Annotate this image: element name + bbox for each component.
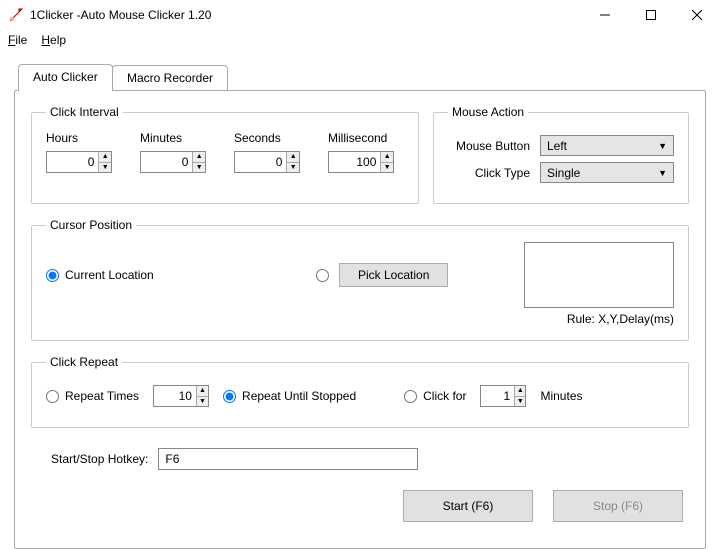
- ms-input[interactable]: [329, 152, 380, 172]
- ms-down-icon[interactable]: ▼: [381, 163, 393, 173]
- stop-button[interactable]: Stop (F6): [553, 490, 683, 522]
- seconds-label: Seconds: [234, 131, 281, 145]
- location-list[interactable]: [524, 242, 674, 308]
- click-type-label: Click Type: [448, 166, 540, 180]
- mouse-button-value: Left: [547, 139, 567, 153]
- titlebar: 1Clicker -Auto Mouse Clicker 1.20: [0, 0, 720, 30]
- seconds-down-icon[interactable]: ▼: [287, 163, 299, 173]
- minutes-stepper[interactable]: ▲▼: [140, 151, 206, 173]
- click-type-select[interactable]: Single ▼: [540, 162, 674, 183]
- click-for-label: Click for: [423, 389, 466, 403]
- rule-hint: Rule: X,Y,Delay(ms): [46, 312, 674, 326]
- menubar: File Help: [0, 30, 720, 50]
- ms-up-icon[interactable]: ▲: [381, 152, 393, 163]
- clickfor-down-icon[interactable]: ▼: [515, 397, 525, 407]
- menu-help[interactable]: Help: [41, 33, 66, 47]
- clickfor-up-icon[interactable]: ▲: [515, 386, 525, 397]
- click-for-radio[interactable]: [404, 390, 417, 403]
- ms-label: Millisecond: [328, 131, 387, 145]
- repeat-times-label: Repeat Times: [65, 389, 139, 403]
- repeat-times-stepper[interactable]: ▲▼: [153, 385, 209, 407]
- repeat-times-radio[interactable]: [46, 390, 59, 403]
- ms-stepper[interactable]: ▲▼: [328, 151, 394, 173]
- repeat-until-label: Repeat Until Stopped: [242, 389, 356, 403]
- window-controls: [582, 0, 720, 30]
- pick-location-radio[interactable]: [316, 269, 329, 282]
- seconds-up-icon[interactable]: ▲: [287, 152, 299, 163]
- tab-auto-clicker[interactable]: Auto Clicker: [18, 64, 113, 91]
- click-for-input[interactable]: [481, 386, 514, 406]
- mouse-action-group: Mouse Action Mouse Button Left ▼ Click T…: [433, 105, 689, 204]
- click-repeat-legend: Click Repeat: [46, 355, 122, 369]
- minutes-label: Minutes: [140, 131, 182, 145]
- click-repeat-group: Click Repeat Repeat Times ▲▼ Repeat Unti…: [31, 355, 689, 428]
- tab-strip: Auto Clicker Macro Recorder: [18, 64, 706, 90]
- repeat-down-icon[interactable]: ▼: [197, 397, 208, 407]
- click-interval-legend: Click Interval: [46, 105, 123, 119]
- current-location-radio[interactable]: [46, 269, 59, 282]
- current-location-label: Current Location: [65, 268, 154, 282]
- repeat-times-input[interactable]: [154, 386, 196, 406]
- click-for-stepper[interactable]: ▲▼: [480, 385, 526, 407]
- minutes-up-icon[interactable]: ▲: [193, 152, 205, 163]
- menu-file[interactable]: File: [8, 33, 27, 47]
- seconds-input[interactable]: [235, 152, 286, 172]
- hours-label: Hours: [46, 131, 78, 145]
- minutes-input[interactable]: [141, 152, 192, 172]
- pick-location-button[interactable]: Pick Location: [339, 263, 448, 287]
- click-type-value: Single: [547, 166, 580, 180]
- hotkey-label: Start/Stop Hotkey:: [51, 452, 148, 466]
- hours-up-icon[interactable]: ▲: [99, 152, 111, 163]
- tab-panel-auto-clicker: Click Interval Hours ▲▼ Minutes ▲▼: [14, 90, 706, 549]
- minutes-down-icon[interactable]: ▼: [193, 163, 205, 173]
- click-for-unit: Minutes: [540, 389, 582, 403]
- chevron-down-icon: ▼: [658, 141, 667, 151]
- repeat-until-radio[interactable]: [223, 390, 236, 403]
- cursor-position-legend: Cursor Position: [46, 218, 136, 232]
- hours-input[interactable]: [47, 152, 98, 172]
- click-interval-group: Click Interval Hours ▲▼ Minutes ▲▼: [31, 105, 419, 204]
- tab-macro-recorder[interactable]: Macro Recorder: [112, 65, 228, 91]
- window-title: 1Clicker -Auto Mouse Clicker 1.20: [30, 8, 211, 22]
- chevron-down-icon: ▼: [658, 168, 667, 178]
- minimize-button[interactable]: [582, 0, 628, 30]
- cursor-position-group: Cursor Position Current Location Pick Lo…: [31, 218, 689, 341]
- maximize-button[interactable]: [628, 0, 674, 30]
- hotkey-input[interactable]: [158, 448, 418, 470]
- mouse-button-label: Mouse Button: [448, 139, 540, 153]
- mouse-action-legend: Mouse Action: [448, 105, 528, 119]
- repeat-up-icon[interactable]: ▲: [197, 386, 208, 397]
- seconds-stepper[interactable]: ▲▼: [234, 151, 300, 173]
- hours-down-icon[interactable]: ▼: [99, 163, 111, 173]
- app-icon: [8, 7, 24, 23]
- start-button[interactable]: Start (F6): [403, 490, 533, 522]
- mouse-button-select[interactable]: Left ▼: [540, 135, 674, 156]
- hours-stepper[interactable]: ▲▼: [46, 151, 112, 173]
- close-button[interactable]: [674, 0, 720, 30]
